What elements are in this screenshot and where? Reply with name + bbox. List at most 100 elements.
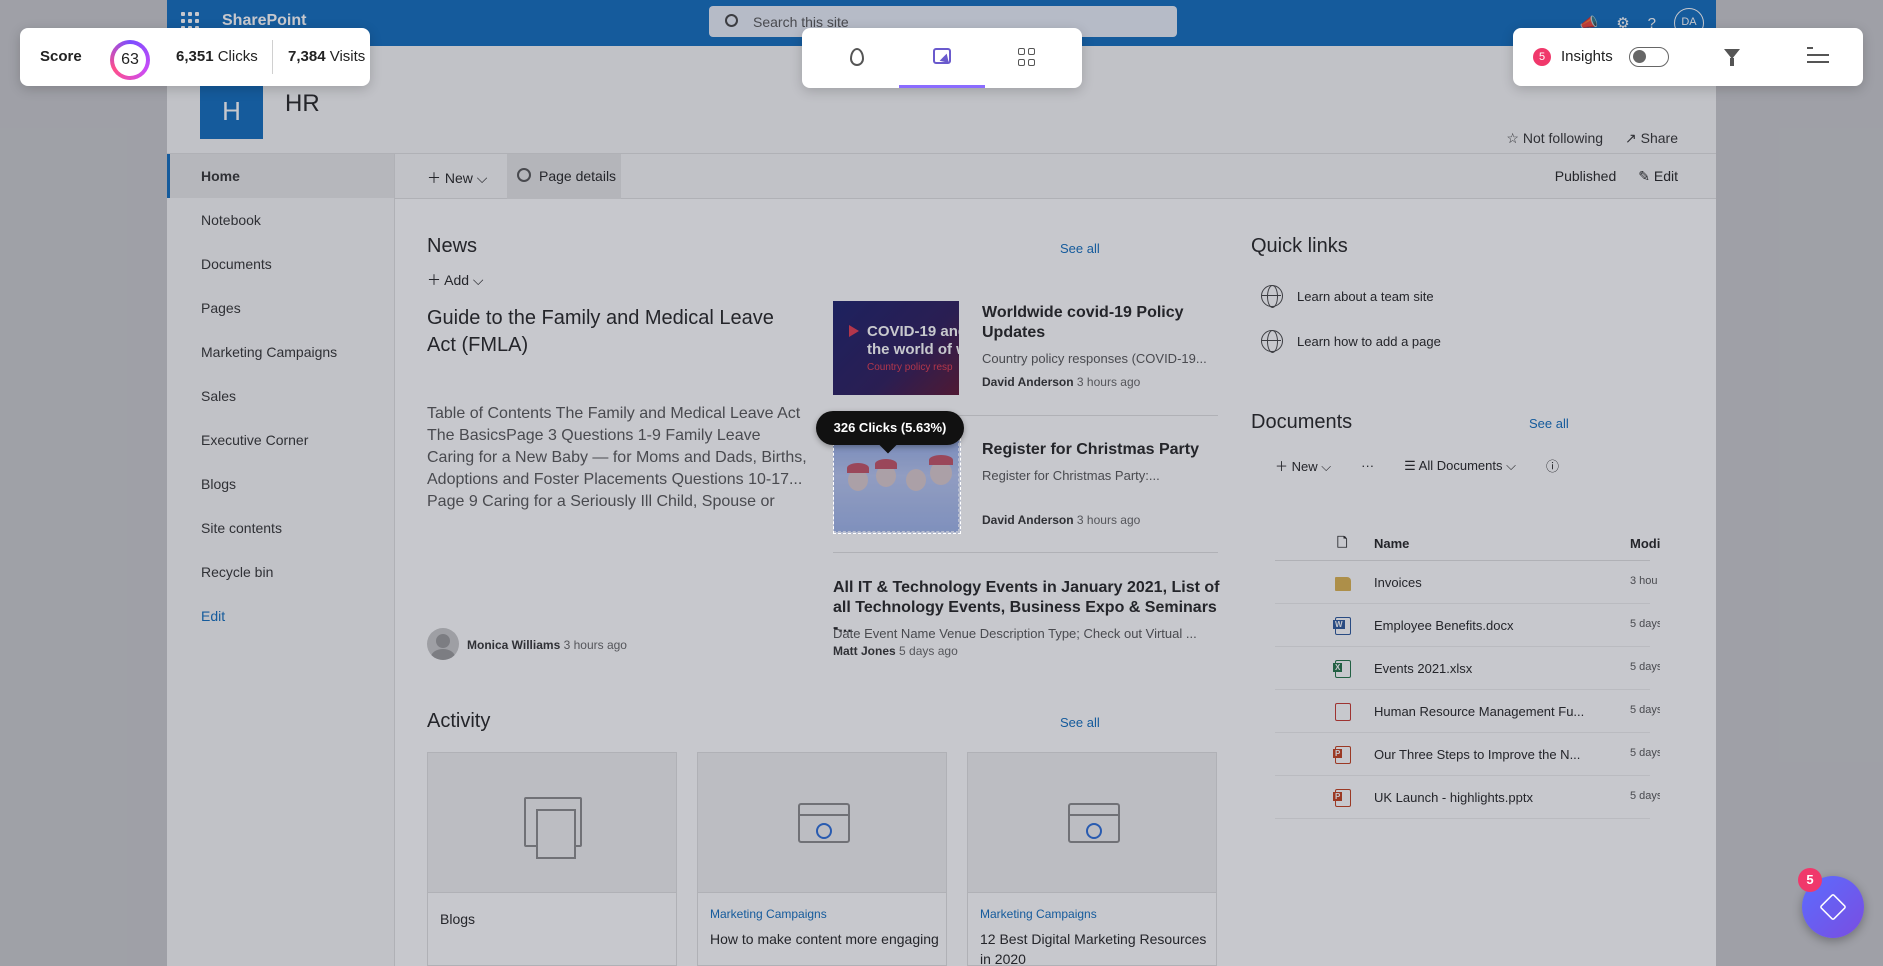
new-label: New <box>444 170 473 186</box>
nav-item-pages[interactable]: Pages <box>167 286 394 330</box>
file-modified: 5 days <box>1630 661 1660 673</box>
activity-see-all-link[interactable]: See all <box>1060 715 1100 730</box>
word-file-icon <box>1333 617 1351 635</box>
nav-item-marketing-campaigns[interactable]: Marketing Campaigns <box>167 330 394 374</box>
nav-item-notebook[interactable]: Notebook <box>167 198 394 242</box>
list-view-icon[interactable] <box>1807 47 1829 65</box>
file-modified: 5 days <box>1630 747 1660 759</box>
document-row[interactable]: Our Three Steps to Improve the N... 5 day… <box>1275 733 1660 776</box>
document-row[interactable]: Human Resource Management Fu... 5 days <box>1275 690 1660 733</box>
new-button[interactable]: ＋ New ⌵ <box>427 168 487 188</box>
activity-card[interactable]: Blogs <box>427 752 677 966</box>
divider <box>272 40 273 74</box>
nav-item-documents[interactable]: Documents <box>167 242 394 286</box>
excel-file-icon <box>1333 660 1351 678</box>
click-mode-button[interactable] <box>899 28 985 88</box>
news-item-title[interactable]: Worldwide covid-19 Policy Updates <box>982 303 1202 343</box>
clicks-value: 6,351 <box>176 48 214 65</box>
card-title[interactable]: 12 Best Digital Marketing Resources in 2… <box>980 929 1210 966</box>
author-name[interactable]: Monica Williams <box>467 638 560 652</box>
quick-link-label: Learn about a team site <box>1297 288 1434 304</box>
insights-toolbar: 5 Insights <box>1513 28 1863 86</box>
card-title[interactable]: Blogs <box>440 909 670 929</box>
nav-item-sales[interactable]: Sales <box>167 374 394 418</box>
clicks-label: Clicks <box>217 48 258 65</box>
insights-count-badge: 5 <box>1533 48 1551 66</box>
quick-link-item[interactable]: Learn about a team site <box>1261 285 1434 308</box>
powerpoint-file-icon <box>1333 746 1351 764</box>
nav-item-home[interactable]: Home <box>167 154 394 198</box>
post-time: 5 days ago <box>899 644 958 658</box>
more-options-button[interactable]: ··· <box>1361 458 1374 473</box>
documents-new-button[interactable]: ＋ New ⌵ <box>1275 456 1331 475</box>
quick-link-item[interactable]: Learn how to add a page <box>1261 330 1441 353</box>
file-modified: 5 days <box>1630 704 1660 716</box>
news-item-title[interactable]: Register for Christmas Party <box>982 440 1222 460</box>
post-time: 3 hours ago <box>563 638 627 652</box>
nav-item-executive-corner[interactable]: Executive Corner <box>167 418 394 462</box>
nav-item-recycle-bin[interactable]: Recycle bin <box>167 550 394 594</box>
page-icon <box>536 809 576 859</box>
file-name[interactable]: Our Three Steps to Improve the N... <box>1374 747 1596 762</box>
pencil-icon: ✎ <box>1638 168 1654 184</box>
quick-link-label: Learn how to add a page <box>1297 333 1441 349</box>
card-category[interactable]: Marketing Campaigns <box>710 907 827 921</box>
divider <box>833 552 1218 553</box>
chevron-down-icon: ⌵ <box>469 272 484 288</box>
info-icon[interactable]: ⓘ <box>1546 456 1559 475</box>
follow-button[interactable]: ☆ Not following <box>1506 130 1603 147</box>
file-name[interactable]: Human Resource Management Fu... <box>1374 704 1596 719</box>
news-title: News <box>427 235 478 257</box>
card-category[interactable]: Marketing Campaigns <box>980 907 1097 921</box>
play-icon <box>849 325 859 337</box>
visits-value: 7,384 <box>288 48 326 65</box>
site-logo[interactable]: H <box>200 84 263 139</box>
share-label: Share <box>1640 130 1678 146</box>
thumb-text: COVID-19 and <box>867 323 959 340</box>
document-row[interactable]: Events 2021.xlsx 5 days <box>1275 647 1660 690</box>
covid-news-thumbnail[interactable]: COVID-19 and the world of w Country poli… <box>833 301 959 395</box>
card-image <box>968 753 1216 893</box>
heatmap-mode-button[interactable] <box>814 28 900 88</box>
page-details-button[interactable]: Page details <box>507 154 621 199</box>
file-name[interactable]: Events 2021.xlsx <box>1374 661 1596 676</box>
edit-page-button[interactable]: ✎ Edit <box>1638 168 1678 185</box>
name-column-header[interactable]: Name <box>1374 536 1409 551</box>
file-name[interactable]: UK Launch - highlights.pptx <box>1374 790 1596 805</box>
file-name[interactable]: Invoices <box>1374 575 1596 590</box>
document-row[interactable]: UK Launch - highlights.pptx 5 days <box>1275 776 1660 819</box>
star-icon: ☆ <box>1506 130 1523 146</box>
news-see-all-link[interactable]: See all <box>1060 241 1100 256</box>
share-button[interactable]: ↗ Share <box>1625 130 1678 147</box>
nav-item-site-contents[interactable]: Site contents <box>167 506 394 550</box>
activity-card[interactable]: Marketing Campaigns How to make content … <box>697 752 947 966</box>
filter-icon[interactable] <box>1724 49 1740 66</box>
view-selector[interactable]: ☰ All Documents ⌵ <box>1404 458 1516 474</box>
news-add-button[interactable]: ＋ Add ⌵ <box>427 270 484 290</box>
document-row[interactable]: Employee Benefits.docx 5 days <box>1275 604 1660 647</box>
featured-news-title[interactable]: Guide to the Family and Medical Leave Ac… <box>427 305 807 359</box>
nav-item-blogs[interactable]: Blogs <box>167 462 394 506</box>
elements-mode-button[interactable] <box>984 28 1070 88</box>
file-name[interactable]: Employee Benefits.docx <box>1374 618 1596 633</box>
site-title[interactable]: HR <box>285 90 320 118</box>
activity-card[interactable]: Marketing Campaigns 12 Best Digital Mark… <box>967 752 1217 966</box>
documents-header-row: 🗋 Name Modi <box>1275 524 1660 561</box>
insights-toggle[interactable] <box>1629 47 1669 67</box>
cursor-click-icon <box>933 48 951 64</box>
author-name[interactable]: David Anderson <box>982 375 1074 389</box>
author-name[interactable]: Matt Jones <box>833 644 896 658</box>
card-title[interactable]: How to make content more engaging <box>710 929 940 949</box>
nav-edit-link[interactable]: Edit <box>167 594 394 638</box>
chevron-down-icon: ⌵ <box>472 170 488 186</box>
author-name[interactable]: David Anderson <box>982 513 1074 527</box>
score-label: Score <box>40 48 82 65</box>
modified-column-header[interactable]: Modi <box>1630 536 1660 551</box>
documents-see-all-link[interactable]: See all <box>1529 416 1569 431</box>
share-icon: ↗ <box>1625 130 1641 146</box>
file-type-icon[interactable]: 🗋 <box>1337 534 1347 556</box>
clicked-element-highlight[interactable] <box>833 438 961 534</box>
score-ring[interactable]: 63 <box>110 40 150 80</box>
document-row[interactable]: Invoices 3 hou <box>1275 561 1658 604</box>
featured-news-description: Table of Contents The Family and Medical… <box>427 405 807 510</box>
